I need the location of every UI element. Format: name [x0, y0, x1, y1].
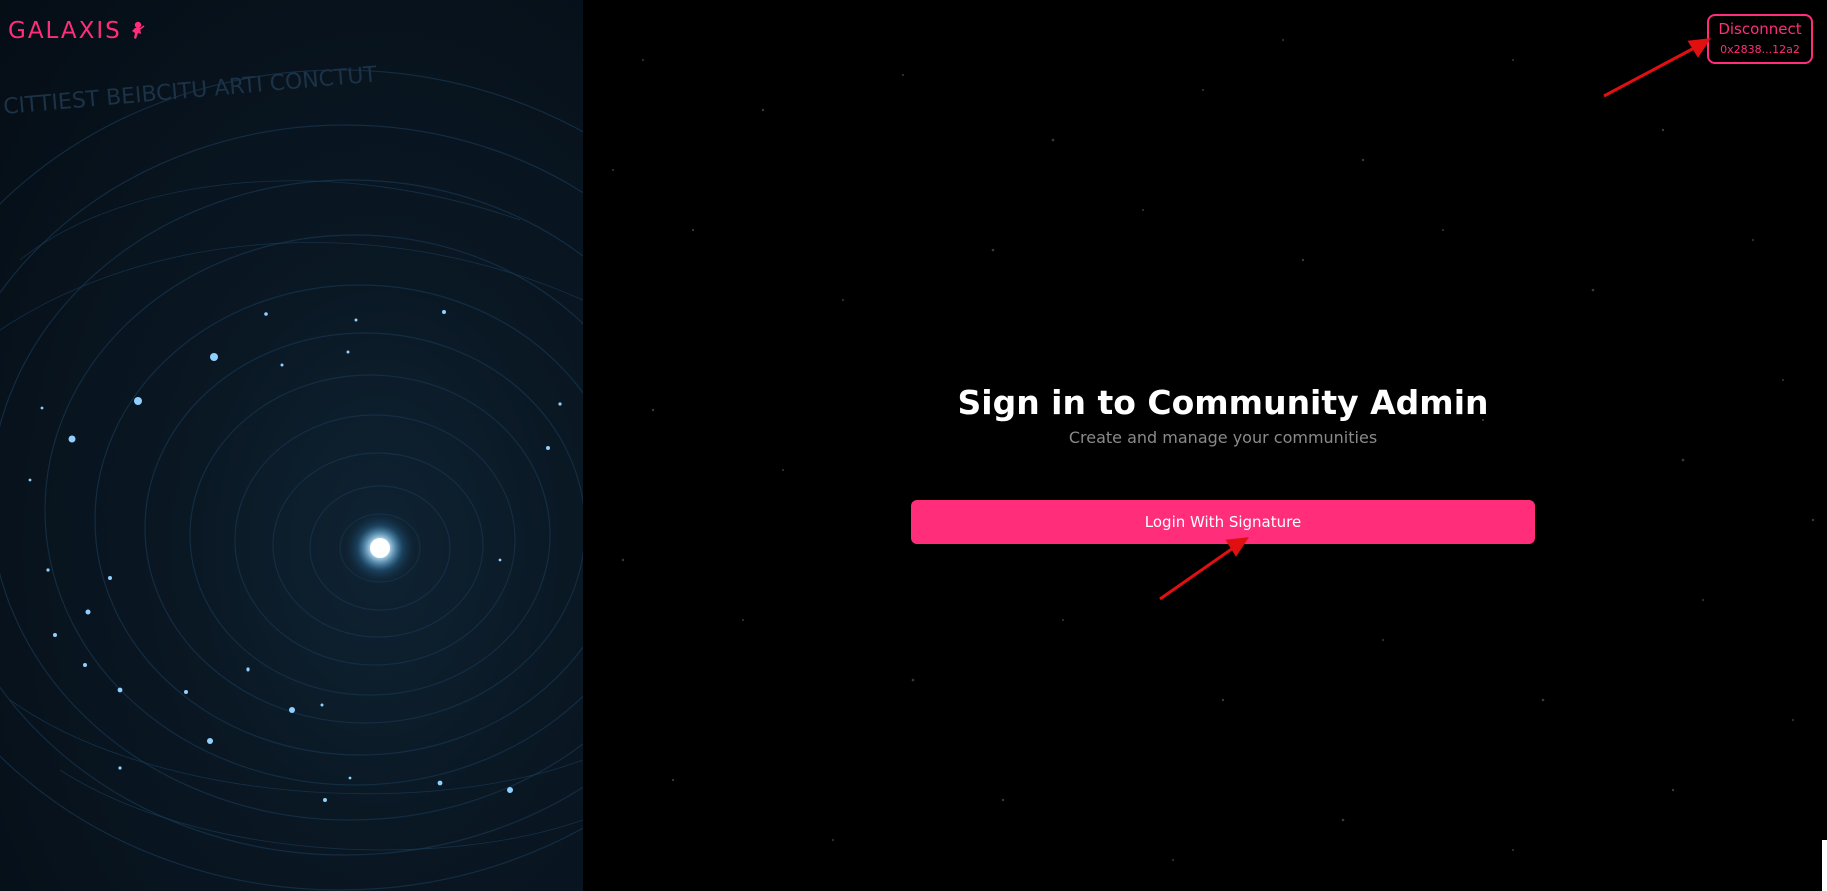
- app-root: CITTIEST BEIBCITU ARTI CONCTUT GALAXIS D…: [0, 0, 1827, 891]
- signin-header: Sign in to Community Admin Create and ma…: [911, 380, 1535, 448]
- page-edge: [1822, 840, 1827, 891]
- galaxis-logo[interactable]: GALAXIS: [8, 18, 146, 44]
- hero-artwork-panel: CITTIEST BEIBCITU ARTI CONCTUT GALAXIS: [0, 0, 583, 891]
- disconnect-label: Disconnect: [1718, 20, 1802, 38]
- page-title: Sign in to Community Admin: [957, 383, 1489, 422]
- page-subtitle: Create and manage your communities: [1068, 428, 1378, 447]
- faint-background-text: CITTIEST BEIBCITU ARTI CONCTUT: [2, 62, 378, 120]
- login-with-signature-button[interactable]: Login With Signature: [911, 500, 1535, 544]
- logo-text: GALAXIS: [8, 18, 122, 44]
- galaxy-swirl-illustration: CITTIEST BEIBCITU ARTI CONCTUT: [0, 62, 583, 891]
- wallet-address: 0x2838...12a2: [1720, 43, 1800, 56]
- astronaut-icon: [126, 20, 146, 42]
- disconnect-wallet-button[interactable]: Disconnect 0x2838...12a2: [1707, 14, 1813, 64]
